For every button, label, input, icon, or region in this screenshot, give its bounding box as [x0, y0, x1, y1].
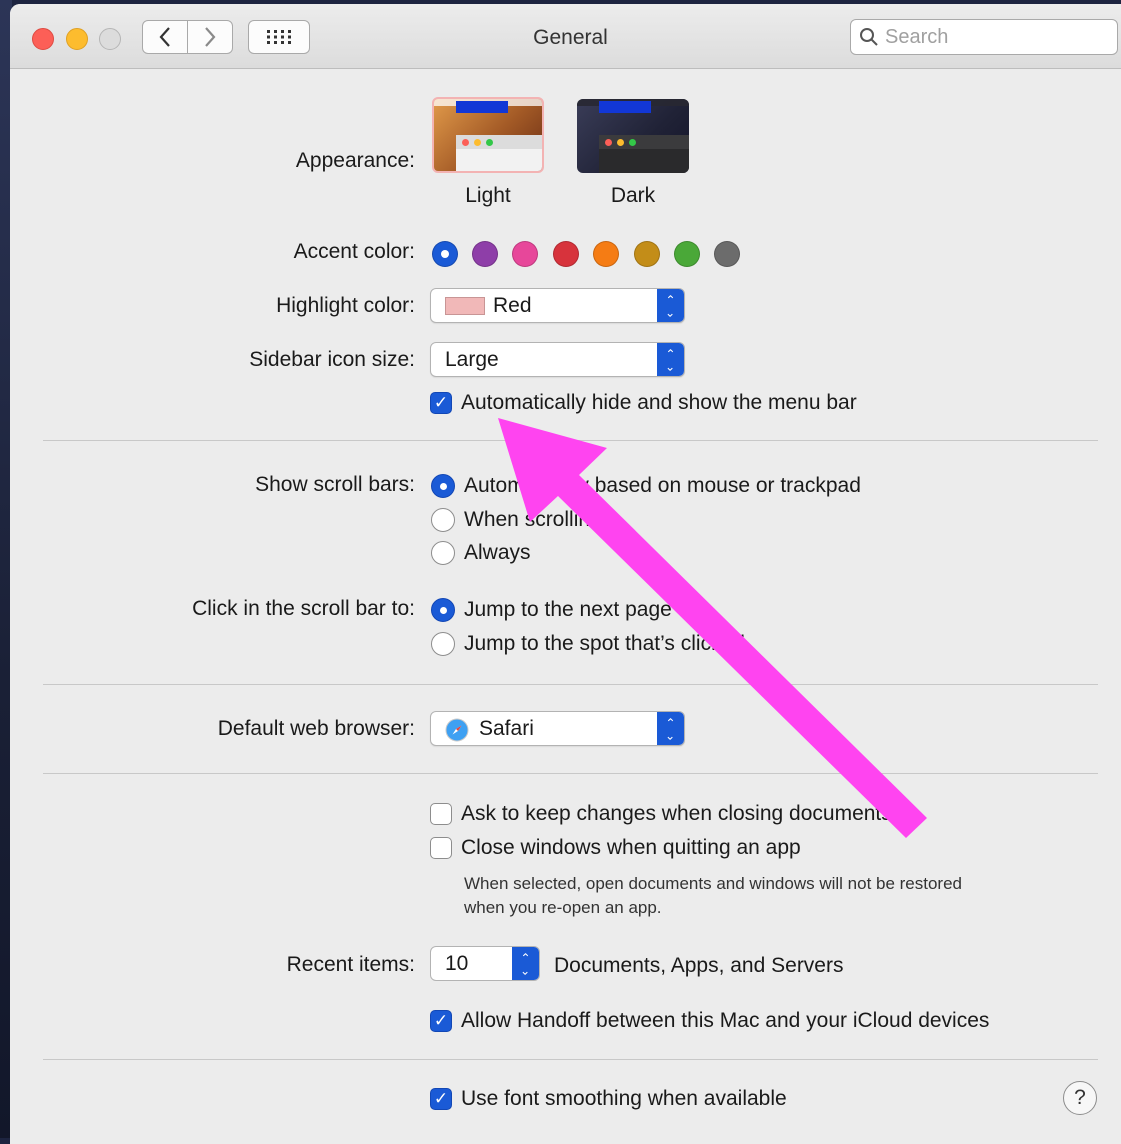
- sidebar-icon-size-value: Large: [445, 348, 499, 371]
- ask-keep-changes-checkbox[interactable]: [430, 803, 452, 825]
- highlight-color-popup[interactable]: Red ⌃ ⌃: [430, 288, 685, 323]
- handoff-label: Allow Handoff between this Mac and your …: [461, 1009, 990, 1032]
- close-windows-label: Close windows when quitting an app: [461, 836, 801, 859]
- close-windows-note-line2: when you re-open an app.: [464, 898, 662, 917]
- chevron-updown-icon: ⌃ ⌃: [657, 289, 684, 322]
- safari-icon: [445, 718, 469, 742]
- search-placeholder: Search: [885, 25, 949, 48]
- accent-color-swatch[interactable]: [512, 241, 538, 267]
- menu-bar-label: Automatically hide and show the menu bar: [461, 391, 857, 414]
- close-windows-note-line1: When selected, open documents and window…: [464, 874, 963, 893]
- chevron-updown-icon: ⌃ ⌃: [657, 343, 684, 376]
- jump-spot-radio[interactable]: [431, 632, 455, 656]
- sidebar-icon-size-popup[interactable]: Large ⌃ ⌃: [430, 342, 685, 377]
- search-icon: [860, 28, 878, 46]
- separator: [43, 684, 1098, 685]
- scroll-bars-always-radio[interactable]: [431, 541, 455, 565]
- recent-items-suffix: Documents, Apps, and Servers: [554, 954, 844, 977]
- scroll-bars-always-label: Always: [464, 541, 531, 564]
- preferences-window: General Search Appearance: Light Dark Ac…: [10, 4, 1121, 1144]
- accent-color-swatch[interactable]: [674, 241, 700, 267]
- accent-color-label: Accent color:: [293, 240, 415, 263]
- default-browser-value: Safari: [479, 717, 534, 740]
- chevron-updown-icon[interactable]: ⌃ ⌃: [512, 947, 539, 980]
- appearance-light-thumbnail[interactable]: [432, 97, 544, 173]
- font-smoothing-checkbox[interactable]: ✓: [430, 1088, 452, 1110]
- accent-selected-dot: [441, 250, 449, 258]
- click-scroll-bar-label: Click in the scroll bar to:: [192, 597, 415, 620]
- accent-color-swatch[interactable]: [593, 241, 619, 267]
- appearance-dark-label: Dark: [610, 184, 656, 207]
- accent-color-swatch[interactable]: [432, 241, 458, 267]
- separator: [43, 1059, 1098, 1060]
- default-browser-label: Default web browser:: [217, 717, 415, 740]
- scroll-bars-scrolling-radio[interactable]: [431, 508, 455, 532]
- accent-color-swatch[interactable]: [714, 241, 740, 267]
- sidebar-icon-size-label: Sidebar icon size:: [249, 348, 415, 371]
- scroll-bars-auto-radio[interactable]: [431, 474, 455, 498]
- appearance-dark-thumbnail[interactable]: [577, 99, 689, 173]
- highlight-swatch: [445, 297, 485, 315]
- jump-spot-label: Jump to the spot that’s clicked: [464, 632, 745, 655]
- menu-bar-checkbox[interactable]: ✓: [430, 392, 452, 414]
- default-browser-popup[interactable]: Safari ⌃ ⌃: [430, 711, 685, 746]
- accent-color-swatch[interactable]: [553, 241, 579, 267]
- chevron-updown-icon: ⌃ ⌃: [657, 712, 684, 745]
- handoff-checkbox[interactable]: ✓: [430, 1010, 452, 1032]
- scroll-bars-scrolling-label: When scrolling: [464, 508, 602, 531]
- separator: [43, 773, 1098, 774]
- jump-next-page-label: Jump to the next page: [464, 598, 672, 621]
- appearance-label: Appearance:: [295, 149, 415, 172]
- show-scroll-bars-label: Show scroll bars:: [255, 473, 415, 496]
- help-button[interactable]: ?: [1063, 1081, 1097, 1115]
- general-pane: Appearance: Light Dark Accent color: Hig…: [10, 69, 1121, 1144]
- scroll-bars-auto-label: Automatically based on mouse or trackpad: [464, 474, 861, 497]
- highlight-color-value: Red: [493, 294, 532, 317]
- recent-items-stepper[interactable]: 10 ⌃ ⌃: [430, 946, 540, 981]
- search-field[interactable]: Search: [850, 19, 1118, 55]
- recent-items-value: 10: [445, 952, 469, 975]
- ask-keep-changes-label: Ask to keep changes when closing documen…: [461, 802, 892, 825]
- close-windows-checkbox[interactable]: [430, 837, 452, 859]
- font-smoothing-label: Use font smoothing when available: [461, 1087, 787, 1110]
- jump-next-page-radio[interactable]: [431, 598, 455, 622]
- appearance-light-label: Light: [465, 184, 511, 207]
- accent-color-swatch[interactable]: [634, 241, 660, 267]
- title-bar: General Search: [10, 4, 1121, 69]
- recent-items-label: Recent items:: [286, 953, 415, 976]
- separator: [43, 440, 1098, 441]
- highlight-color-label: Highlight color:: [276, 294, 415, 317]
- accent-color-swatch[interactable]: [472, 241, 498, 267]
